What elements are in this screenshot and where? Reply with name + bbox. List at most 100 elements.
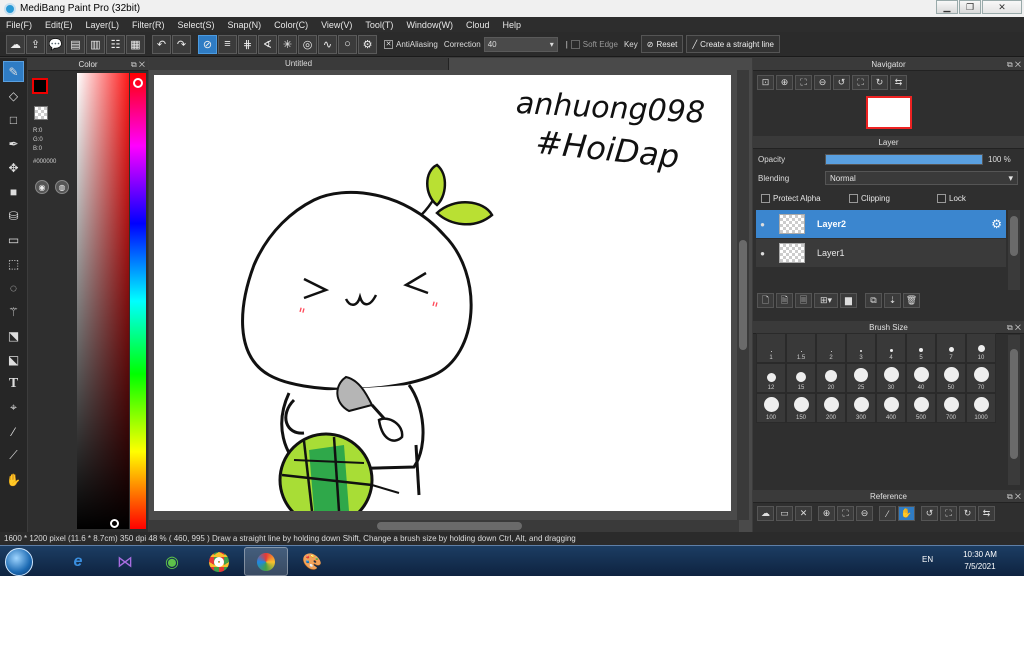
menu-layer[interactable]: Layer(L) <box>86 20 120 30</box>
flip-button[interactable]: ⇆ <box>890 75 907 90</box>
brush-size-cell[interactable]: 700 <box>936 393 966 423</box>
brush-size-scroll-thumb[interactable] <box>1010 349 1018 459</box>
layer-row[interactable]: ● Layer2 ⚙ <box>756 210 1006 238</box>
layer-row[interactable]: ● Layer1 <box>756 239 1006 267</box>
merge-down-button[interactable]: ⇣ <box>884 293 901 308</box>
brush-size-cell[interactable]: 20 <box>816 363 846 393</box>
blending-select[interactable]: Normal ▾ <box>825 171 1018 185</box>
brush-size-cell[interactable]: 25 <box>846 363 876 393</box>
color-swap-button[interactable]: ◍ <box>55 180 69 194</box>
brush-size-cell[interactable]: 400 <box>876 393 906 423</box>
brush-size-cell[interactable]: 10 <box>966 333 996 363</box>
reference-rotate-right-button[interactable]: ↻ <box>959 506 976 521</box>
fill-rect-tool[interactable]: ■ <box>3 181 24 202</box>
language-indicator[interactable]: EN <box>922 555 933 564</box>
sv-marker[interactable] <box>110 519 119 528</box>
cloud-button[interactable]: ☁ <box>6 34 25 54</box>
menu-edit[interactable]: Edit(E) <box>45 20 73 30</box>
horizontal-scroll-thumb[interactable] <box>377 522 522 530</box>
select-eraser-tool[interactable]: ⬕ <box>3 349 24 370</box>
reference-zoom-in-button[interactable]: ⊕ <box>818 506 835 521</box>
brush-size-scrollbar[interactable] <box>1008 335 1020 485</box>
opacity-slider[interactable] <box>825 154 983 165</box>
eyedropper-tool[interactable]: ⁄ <box>3 421 24 442</box>
page-button[interactable]: ▥ <box>86 34 105 54</box>
snap-curve-button[interactable]: ∿ <box>318 34 337 54</box>
snap-perspective-button[interactable]: ∢ <box>258 34 277 54</box>
reference-fit-button[interactable]: ⛶ <box>837 506 854 521</box>
menu-snap[interactable]: Snap(N) <box>228 20 262 30</box>
brush-size-cell[interactable]: 7 <box>936 333 966 363</box>
comment-button[interactable]: 💬 <box>46 34 65 54</box>
reset-rotation-button[interactable]: ⛶ <box>852 75 869 90</box>
reset-button[interactable]: ⊘ Reset <box>640 35 684 53</box>
add-layer-menu-button[interactable]: ⊞▾ <box>814 293 838 308</box>
reference-hand-button[interactable]: ✋ <box>898 506 915 521</box>
paint-taskbar-button[interactable]: 🎨 <box>290 547 334 576</box>
vertical-scrollbar[interactable] <box>737 70 749 520</box>
protect-alpha-checkbox[interactable] <box>761 194 770 203</box>
vertical-scroll-thumb[interactable] <box>739 240 747 350</box>
reference-reset-button[interactable]: ⛶ <box>940 506 957 521</box>
new-8bit-layer-button[interactable]: 🗏 <box>795 293 812 308</box>
foreground-color-swatch[interactable] <box>32 78 48 94</box>
zoom-out-button[interactable]: ⊖ <box>814 75 831 90</box>
brush-size-cell[interactable]: 1.5 <box>786 333 816 363</box>
panel-controls-icon[interactable]: ⧉ ✕ <box>1007 321 1021 334</box>
reference-open-button[interactable]: ▭ <box>776 506 793 521</box>
brush-size-cell[interactable]: 12 <box>756 363 786 393</box>
select-pen-tool[interactable]: ⬔ <box>3 325 24 346</box>
close-button[interactable]: ✕ <box>982 0 1022 14</box>
snap-parallel-button[interactable]: ≡ <box>218 34 237 54</box>
menu-file[interactable]: File(F) <box>6 20 32 30</box>
drawing-canvas[interactable]: anhuong098 #HoiDap " " <box>154 75 731 511</box>
brush-tool[interactable]: ✎ <box>3 61 24 82</box>
menu-help[interactable]: Help <box>502 20 521 30</box>
snap-off-button[interactable]: ⊘ <box>198 34 217 54</box>
brush-size-cell[interactable]: 70 <box>966 363 996 393</box>
minimize-button[interactable]: ▁ <box>936 0 958 14</box>
navigator-thumbnail[interactable] <box>866 96 912 129</box>
comment-list-button[interactable]: ▤ <box>66 34 85 54</box>
fit-view-button[interactable]: ⊡ <box>757 75 774 90</box>
menu-view[interactable]: View(V) <box>321 20 352 30</box>
internet-explorer-taskbar-button[interactable]: e <box>56 547 100 576</box>
panel-controls-icon[interactable]: ⧉ ✕ <box>1007 490 1021 503</box>
brush-size-cell[interactable]: 100 <box>756 393 786 423</box>
reference-cloud-button[interactable]: ☁ <box>757 506 774 521</box>
snap-circle-button[interactable]: ○ <box>338 34 357 54</box>
brush-size-cell[interactable]: 200 <box>816 393 846 423</box>
visibility-eye-icon[interactable]: ● <box>756 249 769 258</box>
delete-layer-button[interactable]: 🗑 <box>903 293 920 308</box>
dropper-tool[interactable]: ⟋ <box>3 445 24 466</box>
snap-radial-button[interactable]: ✳ <box>278 34 297 54</box>
page-list-button[interactable]: ☷ <box>106 34 125 54</box>
start-button[interactable] <box>5 548 33 576</box>
rotate-right-button[interactable]: ↻ <box>871 75 888 90</box>
eraser-tool[interactable]: ◇ <box>3 85 24 106</box>
pen-tool[interactable]: ✒ <box>3 133 24 154</box>
clipping-checkbox[interactable] <box>849 194 858 203</box>
text-tool[interactable]: T <box>3 373 24 394</box>
visual-studio-taskbar-button[interactable]: ⋈ <box>103 547 147 576</box>
actual-size-button[interactable]: ⛶ <box>795 75 812 90</box>
document-tab[interactable]: Untitled <box>149 58 449 70</box>
gear-icon[interactable]: ⚙ <box>991 217 1002 231</box>
brush-size-cell[interactable]: 300 <box>846 393 876 423</box>
transparent-color-swatch[interactable] <box>34 106 48 120</box>
snap-concentric-button[interactable]: ◎ <box>298 34 317 54</box>
brush-size-cell[interactable]: 4 <box>876 333 906 363</box>
grid-button[interactable]: ▦ <box>126 34 145 54</box>
snap-cross-button[interactable]: ⋕ <box>238 34 257 54</box>
menu-tool[interactable]: Tool(T) <box>365 20 393 30</box>
divide-tool[interactable]: ⌖ <box>3 397 24 418</box>
chrome-taskbar-button[interactable] <box>197 547 241 576</box>
brush-size-cell[interactable]: 500 <box>906 393 936 423</box>
rotate-left-button[interactable]: ↺ <box>833 75 850 90</box>
brush-size-cell[interactable]: 150 <box>786 393 816 423</box>
system-clock[interactable]: 10:30 AM 7/5/2021 <box>955 549 1005 573</box>
brush-size-cell[interactable]: 40 <box>906 363 936 393</box>
brush-size-cell[interactable]: 5 <box>906 333 936 363</box>
brush-size-cell[interactable]: 3 <box>846 333 876 363</box>
brush-size-cell[interactable]: 15 <box>786 363 816 393</box>
